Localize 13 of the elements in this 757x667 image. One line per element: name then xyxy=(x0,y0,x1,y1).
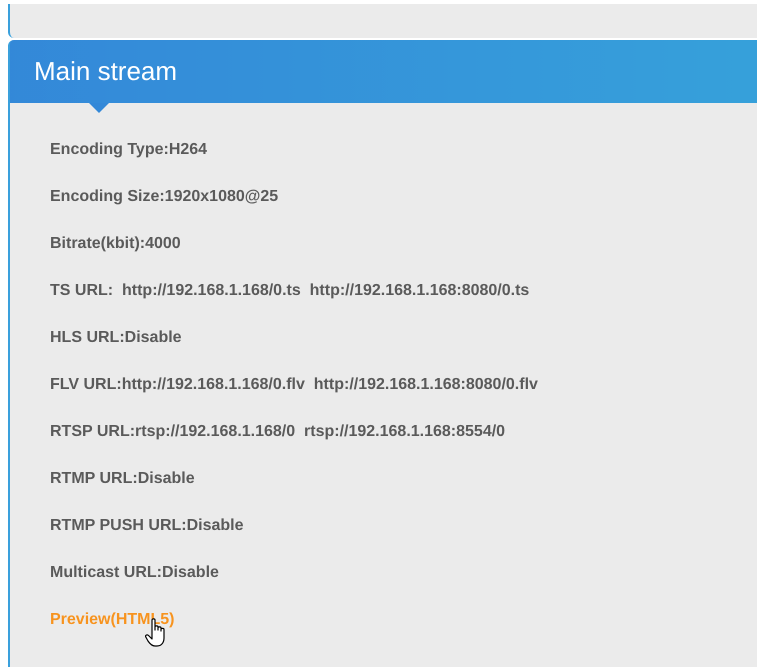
stream-info-text: RTSP URL:rtsp://192.168.1.168/0 rtsp://192.168.1.168:8554/0 xyxy=(50,422,506,442)
stream-info-text: RTMP PUSH URL:Disable xyxy=(50,516,244,536)
preview-link[interactable]: Preview(HTML5) xyxy=(50,608,174,632)
stream-info-text: Multicast URL:Disable xyxy=(50,562,219,582)
stream-info-text: HLS URL:Disable xyxy=(50,328,182,348)
stream-info-text: Encoding Size:1920x1080@25 xyxy=(50,186,278,206)
stream-info-text: Bitrate(kbit):4000 xyxy=(50,234,181,254)
stream-info-text: RTMP URL:Disable xyxy=(50,468,195,488)
panel-title: Main stream xyxy=(34,55,178,88)
header-pointer xyxy=(89,103,109,113)
stream-info-text: FLV URL:http://192.168.1.168/0.flv http://192.168.1.168:8080/0.flv xyxy=(50,374,538,394)
stream-info-text: Encoding Type:H264 xyxy=(50,140,208,160)
stream-info-text: TS URL: http://192.168.1.168/0.ts http://192.168.1.168:8080/0.ts xyxy=(50,280,530,300)
